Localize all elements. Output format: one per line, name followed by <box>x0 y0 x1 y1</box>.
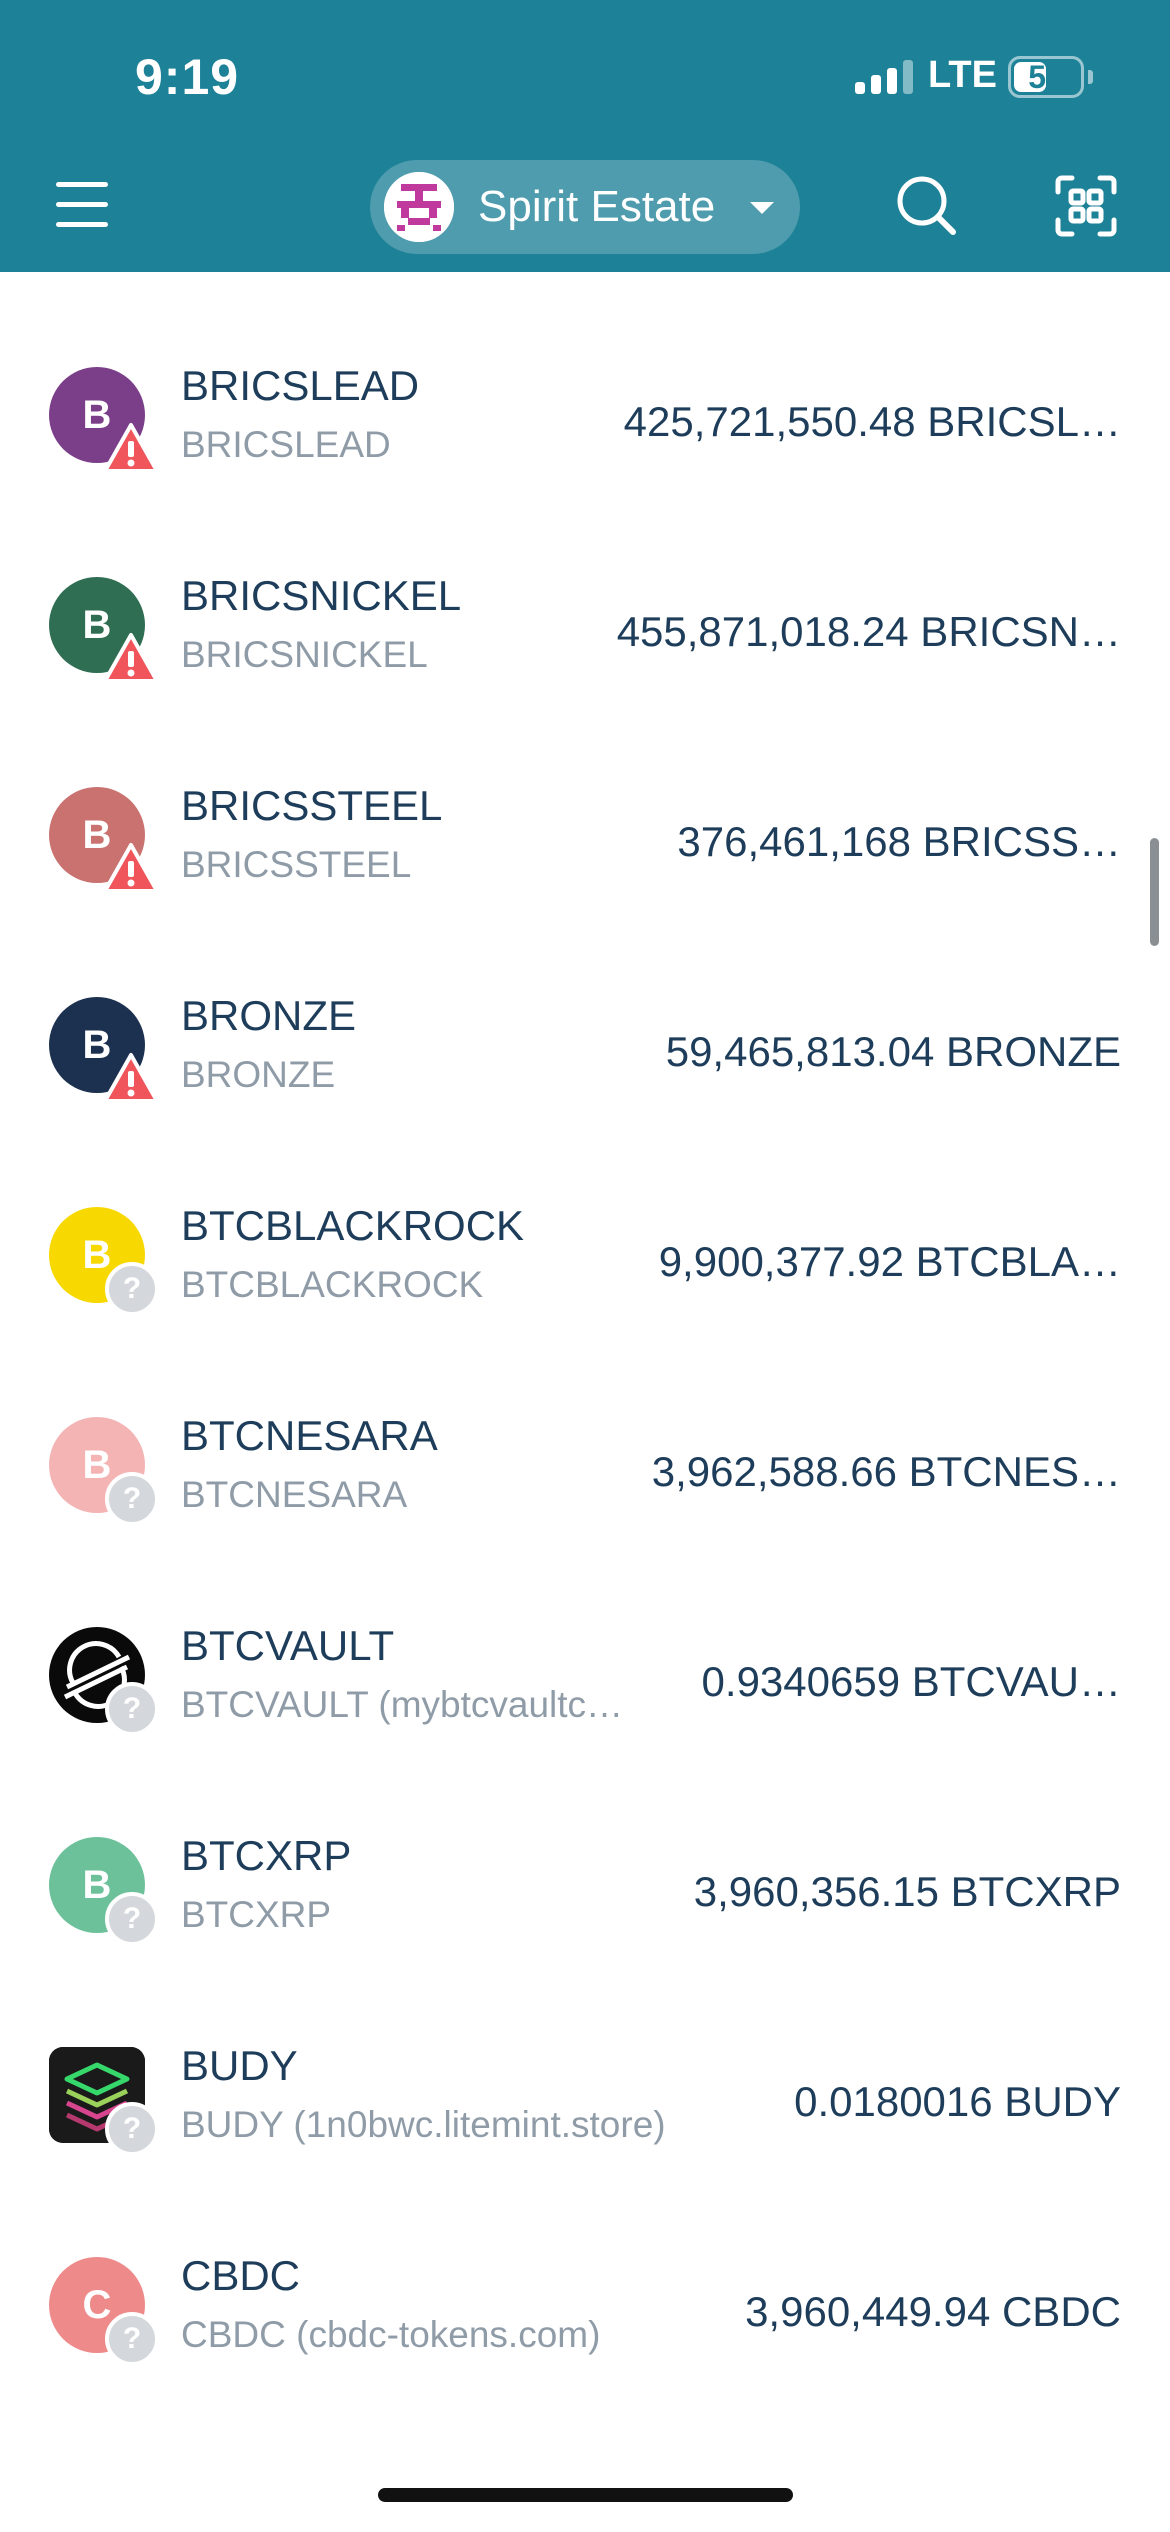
warning-icon <box>103 633 159 683</box>
scan-button[interactable] <box>1054 174 1118 238</box>
asset-initial: B <box>82 1232 112 1277</box>
asset-row-bricssteel[interactable]: B BRICSSTEEL BRICSSTEEL 376,461,168 BRIC… <box>0 740 1170 950</box>
asset-name: BRICSNICKEL <box>181 572 462 619</box>
asset-code: BTCNESARA <box>181 1474 408 1515</box>
asset-balance: 425,721,550.48 BRICSL… <box>623 398 1121 445</box>
network-type: LTE <box>928 54 997 96</box>
asset-name: BTCXRP <box>181 1832 352 1879</box>
asset-balance: 9,900,377.92 BTCBLA… <box>658 1238 1121 1285</box>
asset-row-bricsnickel[interactable]: B BRICSNICKEL BRICSNICKEL 455,871,018.24… <box>0 530 1170 740</box>
unknown-asset-icon: ? <box>105 1892 159 1946</box>
warning-icon <box>103 843 159 893</box>
search-button[interactable] <box>895 174 959 238</box>
qr-scan-icon <box>1055 175 1117 237</box>
unknown-asset-icon: ? <box>105 1682 159 1736</box>
asset-name: BTCVAULT <box>181 1622 395 1669</box>
asset-code: BTCVAULT (mybtcvaultc… <box>181 1684 624 1725</box>
asset-row-btcxrp[interactable]: B ? BTCXRP BTCXRP 3,960,356.15 BTCXRP <box>0 1790 1170 2000</box>
menu-button[interactable] <box>52 178 112 232</box>
app-header: 9:19 LTE 54 Spirit Estate <box>0 0 1170 272</box>
asset-name: BTCBLACKROCK <box>181 1202 525 1249</box>
asset-balance: 3,960,356.15 BTCXRP <box>693 1868 1121 1915</box>
asset-name: BTCNESARA <box>181 1412 438 1459</box>
asset-balance: 376,461,168 BRICSS… <box>677 818 1121 865</box>
asset-balance: 3,962,588.66 BTCNES… <box>651 1448 1121 1495</box>
asset-code: BTCBLACKROCK <box>181 1264 484 1305</box>
asset-code: BTCXRP <box>181 1894 332 1935</box>
asset-initial: B <box>82 1862 112 1907</box>
asset-code: CBDC (cbdc-tokens.com) <box>181 2314 601 2355</box>
status-time: 9:19 <box>135 49 240 105</box>
unknown-asset-icon: ? <box>105 2102 159 2156</box>
asset-balance: 59,465,813.04 BRONZE <box>665 1028 1121 1075</box>
asset-row-budy[interactable]: ? BUDY BUDY (1n0bwc.litemint.store) 0.01… <box>0 2000 1170 2210</box>
menu-icon-bar <box>56 202 108 207</box>
asset-balance: 455,871,018.24 BRICSN… <box>616 608 1121 655</box>
unknown-asset-icon: ? <box>105 1472 159 1526</box>
asset-code: BRONZE <box>181 1054 336 1095</box>
asset-code: BRICSSTEEL <box>181 844 412 885</box>
search-icon <box>897 176 956 235</box>
asset-row-bricslead[interactable]: B BRICSLEAD BRICSLEAD 425,721,550.48 BRI… <box>0 320 1170 530</box>
asset-name: BRICSSTEEL <box>181 782 443 829</box>
asset-code: BRICSNICKEL <box>181 634 428 675</box>
cellular-signal-icon <box>855 60 915 94</box>
asset-balance: 3,960,449.94 CBDC <box>745 2288 1121 2335</box>
battery-level: 54 <box>1028 59 1064 95</box>
warning-icon <box>103 423 159 473</box>
asset-name: BRONZE <box>181 992 357 1039</box>
asset-initial: C <box>82 2282 112 2327</box>
account-identicon-icon <box>384 172 454 242</box>
account-name: Spirit Estate <box>478 182 716 231</box>
unknown-asset-icon: ? <box>105 1262 159 1316</box>
asset-row-btcblackrock[interactable]: B ? BTCBLACKROCK BTCBLACKROCK 9,900,377.… <box>0 1160 1170 1370</box>
unknown-asset-icon: ? <box>105 2312 159 2366</box>
asset-name: BRICSLEAD <box>181 362 420 409</box>
asset-balance: 0.0180016 BUDY <box>794 2078 1121 2125</box>
asset-balance: 0.9340659 BTCVAU… <box>701 1658 1121 1705</box>
menu-icon-bar <box>56 222 108 227</box>
account-switcher[interactable]: Spirit Estate <box>370 160 800 254</box>
asset-row-bronze[interactable]: B BRONZE BRONZE 59,465,813.04 BRONZE <box>0 950 1170 1160</box>
asset-row-btcvault[interactable]: ? BTCVAULT BTCVAULT (mybtcvaultc… 0.9340… <box>0 1580 1170 1790</box>
asset-row-btcnesara[interactable]: B ? BTCNESARA BTCNESARA 3,962,588.66 BTC… <box>0 1370 1170 1580</box>
home-indicator[interactable] <box>378 2488 793 2502</box>
menu-icon <box>56 182 108 187</box>
asset-name: CBDC <box>181 2252 301 2299</box>
asset-initial: B <box>82 1442 112 1487</box>
chevron-down-icon <box>750 202 774 214</box>
battery-nub <box>1088 70 1093 84</box>
asset-name: BUDY <box>181 2042 298 2089</box>
warning-icon <box>103 1053 159 1103</box>
battery-icon: 54 <box>1008 56 1084 98</box>
scrollbar[interactable] <box>1150 838 1159 946</box>
asset-code: BUDY (1n0bwc.litemint.store) <box>181 2104 666 2145</box>
asset-row-cbdc[interactable]: C ? CBDC CBDC (cbdc-tokens.com) 3,960,44… <box>0 2210 1170 2420</box>
account-avatar <box>384 172 454 242</box>
asset-code: BRICSLEAD <box>181 424 391 465</box>
